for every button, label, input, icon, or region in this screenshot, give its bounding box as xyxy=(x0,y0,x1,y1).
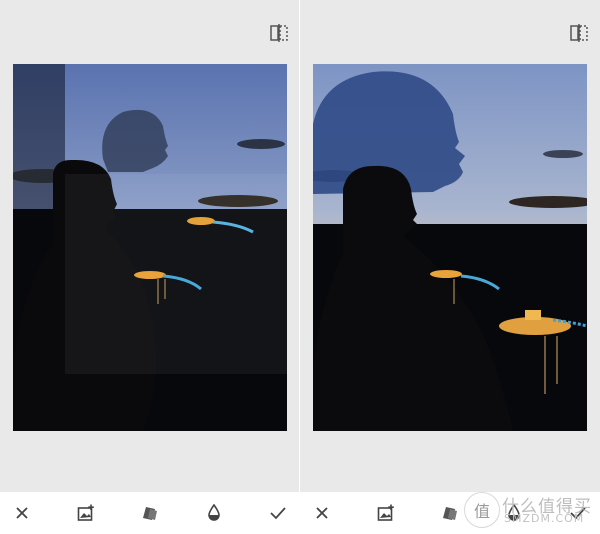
compare-split-icon[interactable] xyxy=(268,22,290,44)
add-image-icon[interactable] xyxy=(374,501,398,525)
watermark-subtitle: SMZDM.COM xyxy=(504,512,585,525)
watermark-logo-text: 值 xyxy=(473,502,490,521)
close-icon[interactable] xyxy=(310,501,334,525)
add-image-icon[interactable] xyxy=(74,501,98,525)
photo-double-exposure-right[interactable] xyxy=(313,64,587,431)
droplet-icon[interactable] xyxy=(202,501,226,525)
watermark: 值 什么值得买 SMZDM.COM xyxy=(464,490,594,528)
photo-double-exposure-left[interactable] xyxy=(13,64,287,431)
close-icon[interactable] xyxy=(10,501,34,525)
check-icon[interactable] xyxy=(266,501,290,525)
layers-icon[interactable] xyxy=(438,501,462,525)
watermark-logo: 值 xyxy=(464,492,500,528)
layers-icon[interactable] xyxy=(138,501,162,525)
compare-split-icon[interactable] xyxy=(568,22,590,44)
